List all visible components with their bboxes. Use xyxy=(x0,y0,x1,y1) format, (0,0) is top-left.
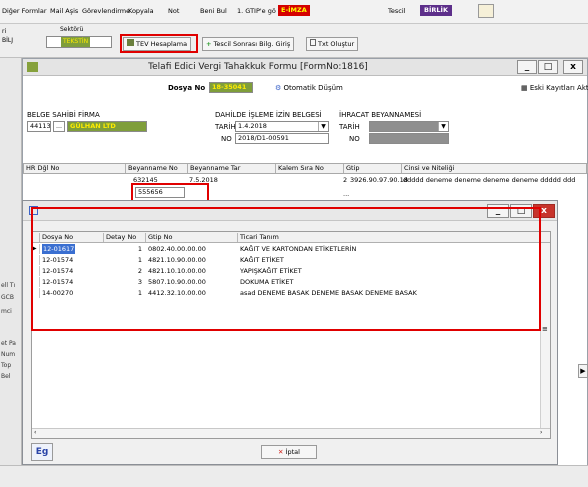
app-logo: Eg xyxy=(31,443,53,461)
firma-lookup-button[interactable]: … xyxy=(53,121,65,132)
chevron-down-icon[interactable]: ▼ xyxy=(438,122,448,131)
txt-olustur-button[interactable]: Txt Oluştur xyxy=(306,37,359,51)
left-side-panel: ell Tı GCB mci et Pa Num Top Bel xyxy=(0,58,22,487)
left-fragment-top: Top xyxy=(1,362,12,369)
left-fragment-tl: ell Tı xyxy=(1,282,16,289)
gtip-selection-dialog: _ □ x Dosya No Detay No Gtip No Ticari T… xyxy=(22,200,558,465)
dahilde-tarih-field[interactable]: 1.4.2018 ▼ xyxy=(235,121,329,132)
tescil-sonrasi-button[interactable]: + Tescil Sonrası Bilg. Giriş xyxy=(202,37,295,51)
birlik-badge[interactable]: BİRLİK xyxy=(420,5,452,16)
cancel-button[interactable]: ✕ İptal xyxy=(261,445,317,459)
toolbar-kopyala[interactable]: Kopyala xyxy=(128,7,154,15)
auto-icon: ⚙ xyxy=(275,84,282,92)
left-fragment-bel: Bel xyxy=(1,373,11,380)
col-beyanname-no[interactable]: Beyanname No xyxy=(126,164,188,173)
eski-kayitlari-button[interactable]: ▦ Eski Kayıtları Aktar xyxy=(521,84,588,92)
eimza-badge[interactable]: E-İMZA xyxy=(278,5,310,16)
belge-sahibi-label: BELGE SAHİBİ FİRMA xyxy=(27,111,100,119)
grid-cell-cins[interactable]: ddddd deneme deneme deneme deneme ddddd … xyxy=(403,176,587,184)
left-fragment-num: Num xyxy=(1,351,16,358)
ihracat-no-field[interactable] xyxy=(369,133,449,144)
left-fragment-gcb: GCB xyxy=(1,294,14,301)
minimize-button[interactable]: _ xyxy=(517,60,537,74)
plus-icon: + xyxy=(206,40,212,48)
left-fragment-1: ri xyxy=(2,28,7,35)
dahilde-no-field[interactable]: 2018/D1-00591 xyxy=(235,133,329,144)
grid-cell-more: ... xyxy=(343,190,350,198)
calculator-icon xyxy=(127,39,134,46)
tescil-sonrasi-label: Tescil Sonrası Bilg. Giriş xyxy=(213,40,291,48)
tev-hesaplama-button[interactable]: TEV Hesaplama xyxy=(123,37,192,51)
col-beyanname-tar[interactable]: Beyanname Tar xyxy=(188,164,276,173)
eski-kayitlari-label: Eski Kayıtları Aktar xyxy=(529,84,588,92)
dialog-footer: Eg ✕ İptal xyxy=(23,439,557,465)
col-hr-dgl-no[interactable]: HR Dğl No xyxy=(24,164,126,173)
ihracat-tarih-label: TARİH xyxy=(339,123,360,131)
close-icon: ✕ xyxy=(278,448,284,456)
ihracat-label: İHRACAT BEYANNAMESİ xyxy=(339,111,422,119)
scroll-right-arrow[interactable]: ▶ xyxy=(578,364,588,378)
bottom-bar xyxy=(0,465,588,487)
grid-cell-kalem[interactable]: 2 xyxy=(343,176,347,184)
txt-olustur-label: Txt Oluştur xyxy=(318,40,355,48)
left-fragment-2: BİLJ xyxy=(2,37,13,44)
sektor-value: TEKSTİN xyxy=(61,37,91,47)
sektor-label: Sektörü xyxy=(60,26,84,33)
scroll-grip-icon[interactable]: ≡ xyxy=(542,325,548,333)
col-cinsi[interactable]: Cinsi ve Niteliği xyxy=(402,164,588,173)
tev-hesaplama-label: TEV Hesaplama xyxy=(136,40,188,48)
toolbar-tool-icon[interactable] xyxy=(478,4,494,18)
toolbar-not[interactable]: Not xyxy=(168,7,179,15)
beyanname-grid-header: HR Dğl No Beyanname No Beyanname Tar Kal… xyxy=(23,163,588,174)
cancel-label: İptal xyxy=(285,448,300,456)
toolbar-beni-bul[interactable]: Beni Bul xyxy=(200,7,227,15)
close-button[interactable]: x xyxy=(563,60,583,74)
grid-cell-gtip[interactable]: 3926.90.97.90.18 xyxy=(350,176,408,184)
chevron-down-icon[interactable]: ▼ xyxy=(318,122,328,131)
scroll-right-arrow[interactable]: › xyxy=(540,429,542,436)
toolbar-diger-formlar[interactable]: Diğer Formlar xyxy=(2,7,47,15)
toolbar-mail[interactable]: Mail Aşis xyxy=(50,7,78,15)
ihracat-no-label: NO xyxy=(349,135,360,143)
main-toolbar: Diğer Formlar Mail Aşis Görevlendirme Ko… xyxy=(0,0,588,24)
dosya-no-field[interactable]: 18-35041 xyxy=(209,82,253,93)
vertical-scrollbar[interactable]: ≡ xyxy=(540,243,550,428)
horizontal-scrollbar[interactable]: ‹ › xyxy=(32,428,550,438)
left-fragment-pa: et Pa xyxy=(1,340,16,347)
dahilde-tarih-label: TARİH xyxy=(215,123,236,131)
firma-kod-field[interactable]: 44113 xyxy=(27,121,51,132)
dosya-no-label: Dosya No xyxy=(168,84,206,92)
dahilde-no-label: NO xyxy=(221,135,232,143)
tescil-checkbox-label[interactable]: Tescil xyxy=(388,7,405,15)
otomatik-dusum-label: Otomatik Düşüm xyxy=(283,84,343,92)
form-titlebar: Telafi Edici Vergi Tahakkuk Formu [FormN… xyxy=(23,59,587,76)
maximize-button[interactable]: □ xyxy=(538,60,558,74)
scroll-left-arrow[interactable]: ‹ xyxy=(34,429,36,436)
ihracat-tarih-field[interactable]: ▼ xyxy=(369,121,449,132)
col-gtip[interactable]: Gtip xyxy=(344,164,402,173)
dahilde-label: DAHİLDE İŞLEME İZİN BELGESİ xyxy=(215,111,322,119)
col-kalem-sira-no[interactable]: Kalem Sıra No xyxy=(276,164,344,173)
rows-highlight-frame xyxy=(31,207,541,331)
grid-edit-beyan-no[interactable]: 555656 xyxy=(135,187,185,198)
secondary-strip: ri BİLJ Sektörü TEKSTİN TEV Hesaplama + … xyxy=(0,24,588,58)
toolbar-gtip-go[interactable]: 1. GTIP'e gö xyxy=(237,7,276,15)
firma-name-field[interactable]: GÜLHAN LTD xyxy=(67,121,147,132)
dahilde-tarih-value: 1.4.2018 xyxy=(238,122,267,130)
form-title: Telafi Edici Vergi Tahakkuk Formu [FormN… xyxy=(148,62,368,72)
grid-icon: ▦ xyxy=(521,84,528,92)
sektor-dropdown[interactable]: TEKSTİN xyxy=(46,36,112,48)
left-fragment-mci: mci xyxy=(1,308,12,315)
document-icon xyxy=(310,39,316,46)
toolbar-gorevlendirme[interactable]: Görevlendirme xyxy=(82,7,130,15)
otomatik-dusum-button[interactable]: ⚙ Otomatik Düşüm xyxy=(275,84,343,92)
